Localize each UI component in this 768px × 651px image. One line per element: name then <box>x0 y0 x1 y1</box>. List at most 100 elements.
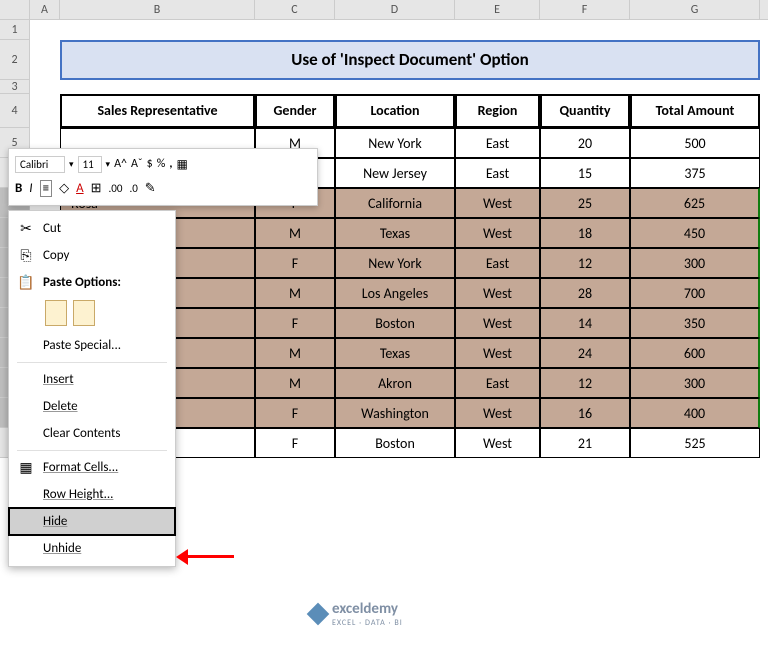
cell-total[interactable]: 625 <box>630 188 760 218</box>
cell-region[interactable]: West <box>455 278 540 308</box>
cell-qty[interactable]: 18 <box>540 218 630 248</box>
cell-qty[interactable]: 20 <box>540 128 630 158</box>
col-a[interactable]: A <box>30 0 60 19</box>
comma-icon[interactable]: , <box>169 157 172 171</box>
cell-location[interactable]: Texas <box>335 218 455 248</box>
cell-total[interactable]: 300 <box>630 368 760 398</box>
hdr-total: Total Amount <box>630 94 760 128</box>
ctx-hide[interactable]: Hide <box>9 508 175 535</box>
cell-location[interactable]: Boston <box>335 308 455 338</box>
col-b[interactable]: B <box>60 0 255 19</box>
ctx-clear[interactable]: Clear Contents <box>9 420 175 447</box>
cell-region[interactable]: West <box>455 428 540 458</box>
table-icon[interactable]: ▦ <box>176 157 187 172</box>
cell-total[interactable]: 350 <box>630 308 760 338</box>
cell-region[interactable]: West <box>455 308 540 338</box>
logo-icon <box>307 603 330 626</box>
hdr-gender: Gender <box>255 94 335 128</box>
cell-qty[interactable]: 16 <box>540 398 630 428</box>
paste-option-2-icon[interactable] <box>73 300 95 326</box>
page-title: Use of 'Inspect Document' Option <box>60 40 760 80</box>
format-painter-icon[interactable]: ✎ <box>145 181 156 196</box>
cell-gender[interactable]: M <box>255 218 335 248</box>
cell-qty[interactable]: 28 <box>540 278 630 308</box>
cell-region[interactable]: West <box>455 398 540 428</box>
paste-option-1-icon[interactable] <box>45 300 67 326</box>
ctx-cut[interactable]: ✂Cut <box>9 215 175 242</box>
cell-gender[interactable]: F <box>255 428 335 458</box>
fill-color-icon[interactable]: ◇ <box>59 181 69 196</box>
cell-total[interactable]: 400 <box>630 398 760 428</box>
col-corner[interactable] <box>0 0 30 19</box>
cell-total[interactable]: 600 <box>630 338 760 368</box>
cell-location[interactable]: Akron <box>335 368 455 398</box>
row-4[interactable]: 4 <box>0 94 30 128</box>
cell-region[interactable]: East <box>455 368 540 398</box>
cell-location[interactable]: New York <box>335 128 455 158</box>
col-f[interactable]: F <box>540 0 630 19</box>
col-d[interactable]: D <box>335 0 455 19</box>
cell-qty[interactable]: 25 <box>540 188 630 218</box>
cell-qty[interactable]: 15 <box>540 158 630 188</box>
cell-region[interactable]: West <box>455 338 540 368</box>
ctx-insert[interactable]: Insert <box>9 366 175 393</box>
col-g[interactable]: G <box>630 0 760 19</box>
cell-region[interactable]: East <box>455 128 540 158</box>
cell-gender[interactable]: M <box>255 338 335 368</box>
cell-total[interactable]: 525 <box>630 428 760 458</box>
format-icon: ▦ <box>17 459 35 476</box>
cell-total[interactable]: 700 <box>630 278 760 308</box>
cell-location[interactable]: Texas <box>335 338 455 368</box>
cell-region[interactable]: East <box>455 158 540 188</box>
decrease-font-icon[interactable]: Aˇ <box>131 157 143 171</box>
percent-icon[interactable]: % <box>157 157 166 171</box>
cell-total[interactable]: 375 <box>630 158 760 188</box>
cell-qty[interactable]: 12 <box>540 248 630 278</box>
cell-region[interactable]: East <box>455 248 540 278</box>
cell-gender[interactable]: M <box>255 278 335 308</box>
cell-gender[interactable]: F <box>255 248 335 278</box>
cell-qty[interactable]: 12 <box>540 368 630 398</box>
cell-qty[interactable]: 21 <box>540 428 630 458</box>
ctx-format-cells[interactable]: ▦Format Cells... <box>9 454 175 481</box>
col-e[interactable]: E <box>455 0 540 19</box>
row-2[interactable]: 2 <box>0 40 30 80</box>
cell-location[interactable]: Los Angeles <box>335 278 455 308</box>
cell-total[interactable]: 450 <box>630 218 760 248</box>
cell-gender[interactable]: F <box>255 308 335 338</box>
italic-icon[interactable]: I <box>29 181 32 196</box>
cell-qty[interactable]: 24 <box>540 338 630 368</box>
ctx-delete[interactable]: Delete <box>9 393 175 420</box>
cell-gender[interactable]: M <box>255 368 335 398</box>
increase-font-icon[interactable]: A^ <box>114 157 127 171</box>
cell-gender[interactable]: F <box>255 398 335 428</box>
col-c[interactable]: C <box>255 0 335 19</box>
ctx-copy[interactable]: ⎘Copy <box>9 242 175 269</box>
font-color-icon[interactable]: A <box>76 181 84 196</box>
column-headers: A B C D E F G <box>0 0 768 20</box>
ctx-unhide[interactable]: Unhide <box>9 535 175 562</box>
decrease-decimal-icon[interactable]: .00 <box>109 182 123 195</box>
cell-location[interactable]: Boston <box>335 428 455 458</box>
cell-region[interactable]: West <box>455 218 540 248</box>
cell-qty[interactable]: 14 <box>540 308 630 338</box>
cell-total[interactable]: 500 <box>630 128 760 158</box>
cell-location[interactable]: New Jersey <box>335 158 455 188</box>
borders-icon[interactable]: ⊞ <box>91 181 102 196</box>
cell-location[interactable]: New York <box>335 248 455 278</box>
cell-location[interactable]: California <box>335 188 455 218</box>
row-1[interactable]: 1 <box>0 20 30 40</box>
cell-total[interactable]: 300 <box>630 248 760 278</box>
ctx-paste-special[interactable]: Paste Special... <box>9 332 175 359</box>
cell-region[interactable]: West <box>455 188 540 218</box>
row-3[interactable]: 3 <box>0 80 30 94</box>
font-name[interactable]: Calibri <box>15 156 65 173</box>
ctx-row-height[interactable]: Row Height... <box>9 481 175 508</box>
accounting-icon[interactable]: $ <box>147 157 153 171</box>
cell-location[interactable]: Washington <box>335 398 455 428</box>
increase-decimal-icon[interactable]: .0 <box>129 182 137 195</box>
bold-icon[interactable]: B <box>15 181 22 196</box>
align-icon[interactable]: ≡ <box>40 180 52 197</box>
mini-toolbar[interactable]: Calibri▾ 11▾ A^ Aˇ $ % , ▦ B I ≡ ◇ A ⊞ .… <box>8 148 318 206</box>
font-size[interactable]: 11 <box>78 156 102 173</box>
